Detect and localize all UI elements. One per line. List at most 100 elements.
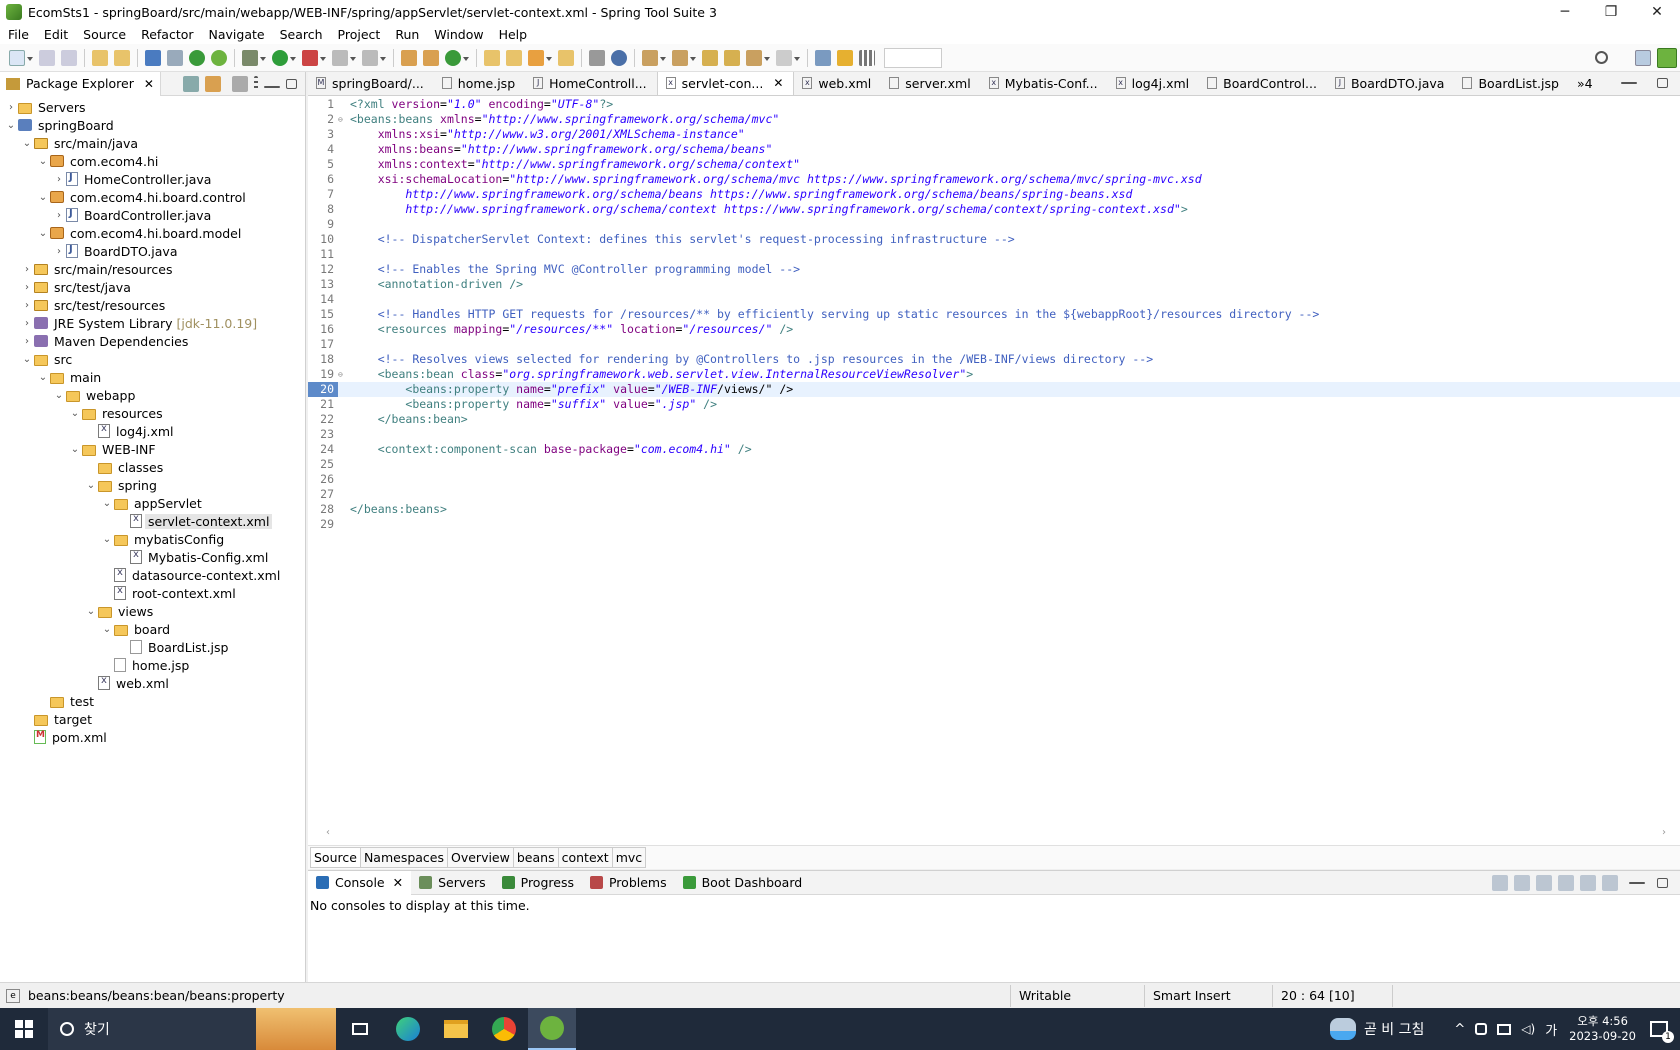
chevron-down-icon[interactable]: ⌄ <box>36 228 50 239</box>
fold-toggle-icon[interactable]: ⊖ <box>338 367 346 382</box>
volume-icon[interactable]: ◁) <box>1521 1022 1535 1036</box>
tree-node[interactable]: › src/test/java <box>0 278 305 296</box>
dropdown-icon[interactable] <box>463 50 469 66</box>
search-icon[interactable] <box>1595 51 1608 64</box>
network-icon[interactable] <box>1497 1023 1512 1035</box>
tree-node[interactable]: › BoardController.java <box>0 206 305 224</box>
chevron-down-icon[interactable]: ⌄ <box>68 444 82 455</box>
code-line[interactable]: 25 <box>308 457 1680 472</box>
word-wrap-icon[interactable] <box>1580 874 1596 891</box>
tree-node[interactable]: › HomeController.java <box>0 170 305 188</box>
search-tool-icon[interactable] <box>528 49 544 66</box>
tree-node[interactable]: ⌄ src/main/java <box>0 134 305 152</box>
code-area[interactable]: 1 <?xml version="1.0" encoding="UTF-8"?> 2… <box>308 97 1680 817</box>
editor-page-tab-beans[interactable]: beans <box>512 847 559 868</box>
chevron-right-icon[interactable]: › <box>20 264 34 275</box>
close-icon[interactable]: ✕ <box>393 875 403 890</box>
code-line[interactable]: 5 xmlns:context="http://www.springframew… <box>308 157 1680 172</box>
open-perspective-icon[interactable] <box>1635 49 1651 66</box>
code-line[interactable]: 14 <box>308 292 1680 307</box>
chevron-up-icon[interactable]: ^ <box>1454 1022 1465 1037</box>
weather-icon[interactable] <box>1329 1018 1356 1040</box>
dropdown-icon[interactable] <box>290 50 296 66</box>
pin-console-icon[interactable] <box>1492 874 1508 891</box>
editor-tab[interactable]: BoardControl... <box>1199 72 1327 95</box>
tree-node[interactable]: ⌄ resources <box>0 404 305 422</box>
pin-editor-icon[interactable] <box>815 49 831 66</box>
copy-icon[interactable] <box>1558 874 1574 891</box>
code-line[interactable]: 12 <!-- Enables the Spring MVC @Controll… <box>308 262 1680 277</box>
collapse-all-icon[interactable] <box>183 75 199 92</box>
tree-node[interactable]: ⌄ views <box>0 602 305 620</box>
chrome-taskbar-button[interactable] <box>480 1008 528 1050</box>
editor-tab[interactable]: J HomeControll... <box>525 72 657 95</box>
minimize-view-icon[interactable] <box>264 85 280 88</box>
code-line[interactable]: 2 ⊖ <beans:beans xmlns="http://www.springf… <box>308 112 1680 127</box>
tree-node[interactable]: root-context.xml <box>0 584 305 602</box>
code-line[interactable]: 8 http://www.springframework.org/schema/… <box>308 202 1680 217</box>
code-line[interactable]: 6 xsi:schemaLocation="http://www.springf… <box>308 172 1680 187</box>
tree-node[interactable]: ⌄ com.ecom4.hi <box>0 152 305 170</box>
editor-tab[interactable]: J BoardDTO.java <box>1327 72 1455 95</box>
weather-text[interactable]: 곧 비 그침 <box>1364 1019 1424 1039</box>
occurrences-icon[interactable] <box>589 49 605 66</box>
console-tab-console[interactable]: Console ✕ <box>308 870 412 895</box>
back-icon[interactable] <box>746 49 762 66</box>
tabs-overflow[interactable]: »4 <box>1569 72 1603 95</box>
code-line[interactable]: 29 <box>308 517 1680 532</box>
menu-help[interactable]: Help <box>499 27 528 42</box>
chevron-down-icon[interactable]: ⌄ <box>100 534 114 545</box>
ime-indicator[interactable]: 가 <box>1545 1020 1557 1039</box>
web-browser-icon[interactable] <box>611 49 627 66</box>
spring-icon[interactable] <box>211 49 227 66</box>
toggle-breadcrumb-icon[interactable] <box>167 49 183 66</box>
terminal-icon[interactable] <box>145 49 161 66</box>
tree-node[interactable]: › src/test/resources <box>0 296 305 314</box>
file-explorer-taskbar-button[interactable] <box>432 1008 480 1050</box>
editor-tab[interactable]: server.xml <box>881 72 980 95</box>
code-line[interactable]: 10 <!-- DispatcherServlet Context: defin… <box>308 232 1680 247</box>
next-annotation-icon[interactable] <box>642 49 658 66</box>
code-line[interactable]: 28 </beans:beans> <box>308 502 1680 517</box>
start-button[interactable] <box>0 1008 48 1050</box>
editor-tab[interactable]: MspringBoard/... <box>308 72 434 95</box>
tree-node[interactable]: target <box>0 710 305 728</box>
display-console-icon[interactable] <box>1514 874 1530 891</box>
menu-file[interactable]: File <box>8 27 29 42</box>
save-icon[interactable] <box>39 49 55 66</box>
code-line[interactable]: 1 <?xml version="1.0" encoding="UTF-8"?> <box>308 97 1680 112</box>
maximize-view-icon[interactable] <box>1657 877 1668 888</box>
sts-taskbar-button[interactable] <box>528 1008 576 1050</box>
chevron-down-icon[interactable]: ⌄ <box>84 480 98 491</box>
chevron-down-icon[interactable]: ⌄ <box>52 390 66 401</box>
chevron-down-icon[interactable]: ⌄ <box>20 138 34 149</box>
code-line[interactable]: 4 xmlns:beans="http://www.springframewor… <box>308 142 1680 157</box>
tree-node[interactable]: › src/main/resources <box>0 260 305 278</box>
tree-node[interactable]: ⌄ main <box>0 368 305 386</box>
code-line[interactable]: 22 </beans:bean> <box>308 412 1680 427</box>
tree-node[interactable]: ⌄ springBoard <box>0 116 305 134</box>
chevron-right-icon[interactable]: › <box>20 300 34 311</box>
link-with-editor-icon[interactable] <box>205 75 221 92</box>
menu-run[interactable]: Run <box>395 27 419 42</box>
new-class-icon[interactable] <box>401 49 417 66</box>
console-tab-servers[interactable]: Servers <box>411 871 494 895</box>
settings-icon[interactable] <box>1602 874 1618 891</box>
code-line[interactable]: 20 <beans:property name="prefix" value="… <box>308 382 1680 397</box>
tree-node[interactable]: ⌄ com.ecom4.hi.board.control <box>0 188 305 206</box>
editor-page-tab-overview[interactable]: Overview <box>447 847 514 868</box>
editor-page-tab-namespaces[interactable]: Namespaces <box>359 847 448 868</box>
edge-taskbar-button[interactable] <box>384 1008 432 1050</box>
tree-node[interactable]: pom.xml <box>0 728 305 746</box>
dropdown-icon[interactable] <box>660 50 666 66</box>
editor-tab[interactable]: BoardList.jsp <box>1454 72 1568 95</box>
tree-node[interactable]: Mybatis-Config.xml <box>0 548 305 566</box>
chevron-down-icon[interactable]: ⌄ <box>84 606 98 617</box>
editor-tab[interactable]: x web.xml <box>794 72 881 95</box>
dropdown-icon[interactable] <box>794 50 800 66</box>
code-line[interactable]: 23 <box>308 427 1680 442</box>
dropdown-icon[interactable] <box>690 50 696 66</box>
taskbar-search-box[interactable]: 찾기 <box>48 1008 336 1050</box>
forward-icon[interactable] <box>776 49 792 66</box>
tree-node[interactable]: › Servers <box>0 98 305 116</box>
